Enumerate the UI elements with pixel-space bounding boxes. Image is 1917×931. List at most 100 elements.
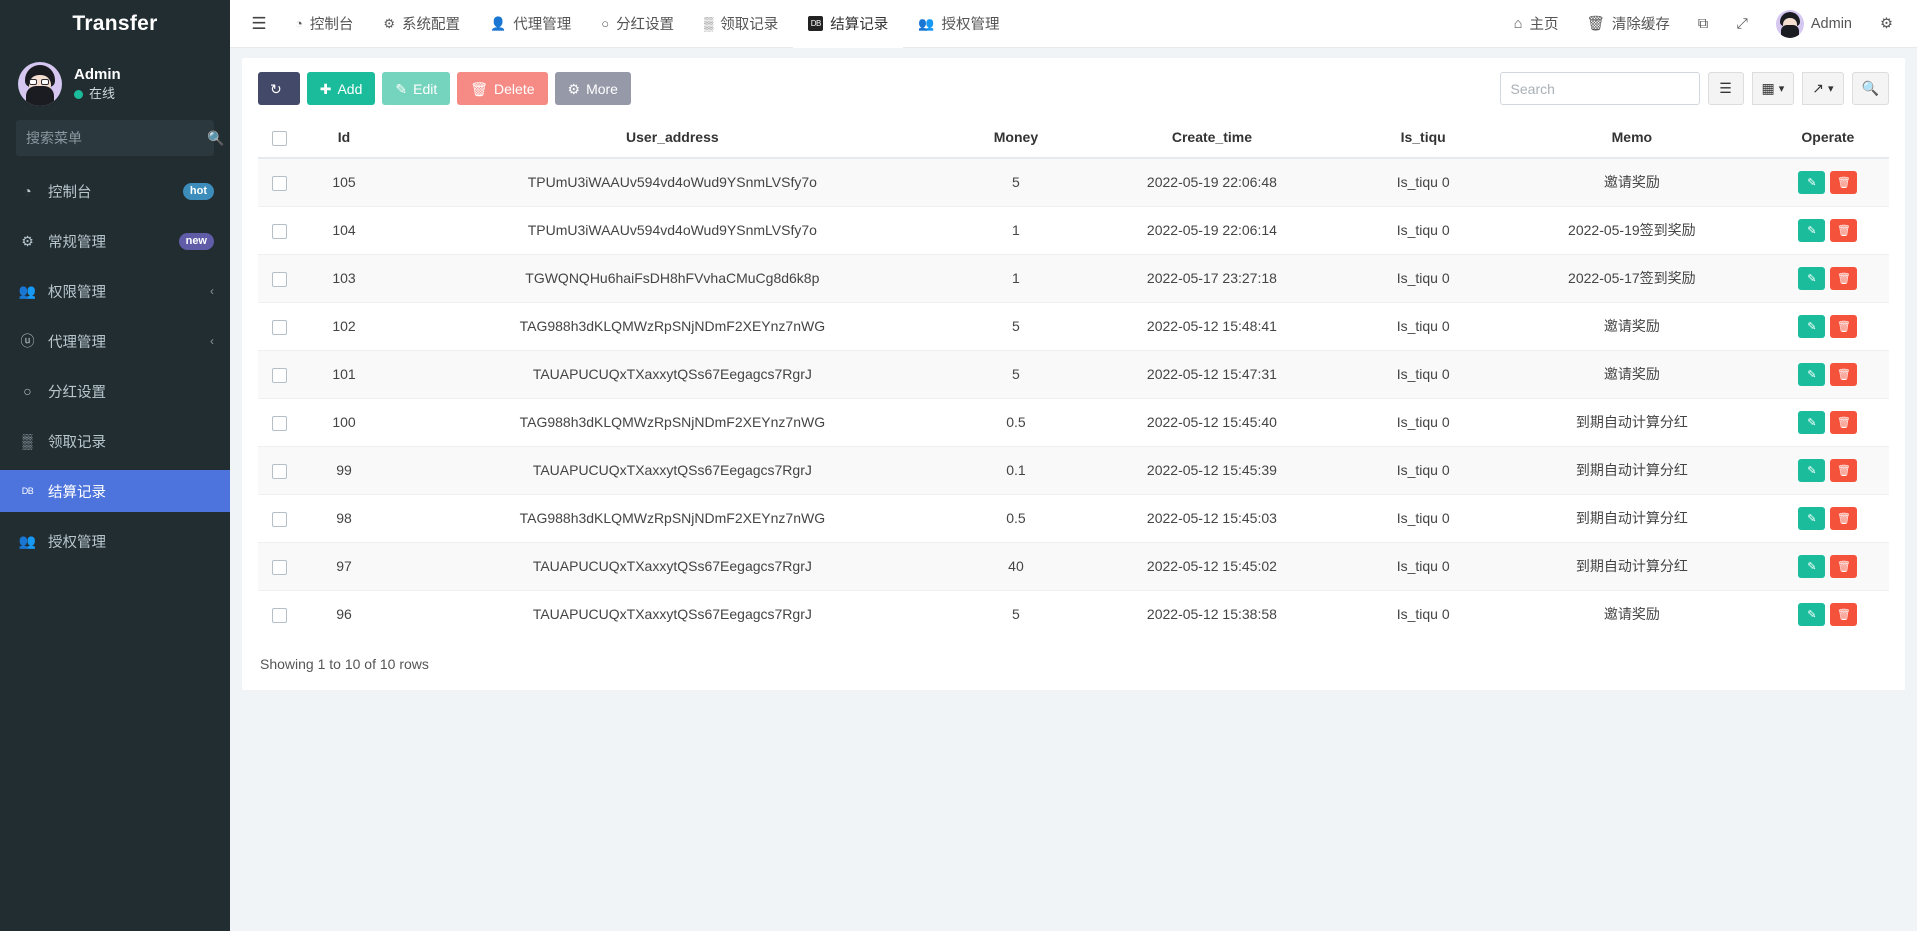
row-edit-button[interactable]: ✎ <box>1798 171 1825 194</box>
cell-operate: ✎🗑 <box>1767 350 1889 398</box>
col-money[interactable]: Money <box>957 118 1074 158</box>
refresh-button[interactable]: ↻ <box>258 72 300 105</box>
search-icon[interactable]: 🔍 <box>1852 72 1889 105</box>
table-row[interactable]: 104TPUmU3iWAAUv594vd4oWud9YSnmLVSfy7o120… <box>258 206 1889 254</box>
row-delete-button[interactable]: 🗑 <box>1830 507 1857 530</box>
tab-1[interactable]: ◔控制台 <box>280 0 368 48</box>
row-edit-button[interactable]: ✎ <box>1798 555 1825 578</box>
col-address[interactable]: User_address <box>387 118 957 158</box>
row-edit-button[interactable]: ✎ <box>1798 363 1825 386</box>
menu-search-input[interactable] <box>26 130 207 146</box>
sidebar-item-6[interactable]: ▒领取记录 <box>0 420 230 462</box>
topbar-action-1[interactable]: ⌂主页 <box>1500 0 1573 48</box>
content-area: ↻ ✚ Add ✎ Edit 🗑 Delete ⚙ More <box>230 48 1917 931</box>
sidebar-item-4[interactable]: ⓤ代理管理‹ <box>0 320 230 362</box>
row-delete-button[interactable]: 🗑 <box>1830 603 1857 626</box>
table-row[interactable]: 97TAUAPUCUQxTXaxxytQSs67Eegagcs7RgrJ4020… <box>258 542 1889 590</box>
row-delete-button[interactable]: 🗑 <box>1830 363 1857 386</box>
row-delete-button[interactable]: 🗑 <box>1830 171 1857 194</box>
row-checkbox[interactable] <box>272 224 287 239</box>
account-label: Admin <box>1811 16 1852 32</box>
search-icon[interactable]: 🔍 <box>207 130 224 147</box>
table-row[interactable]: 103TGWQNQHu6haiFsDH8hFVvhaCMuCg8d6k8p120… <box>258 254 1889 302</box>
row-edit-button[interactable]: ✎ <box>1798 315 1825 338</box>
home-icon: ⌂ <box>1514 16 1523 32</box>
row-delete-button[interactable]: 🗑 <box>1830 555 1857 578</box>
tab-6[interactable]: DB结算记录 <box>793 0 903 48</box>
row-checkbox[interactable] <box>272 176 287 191</box>
row-edit-button[interactable]: ✎ <box>1798 459 1825 482</box>
row-edit-button[interactable]: ✎ <box>1798 507 1825 530</box>
table-row[interactable]: 105TPUmU3iWAAUv594vd4oWud9YSnmLVSfy7o520… <box>258 158 1889 207</box>
sidebar-item-3[interactable]: 👥权限管理‹ <box>0 270 230 312</box>
table-row[interactable]: 99TAUAPUCUQxTXaxxytQSs67Eegagcs7RgrJ0.12… <box>258 446 1889 494</box>
showing-rows-label: Showing 1 to 10 of 10 rows <box>258 638 1889 672</box>
row-delete-button[interactable]: 🗑 <box>1830 459 1857 482</box>
tab-3[interactable]: 👤代理管理 <box>475 0 586 48</box>
row-checkbox[interactable] <box>272 560 287 575</box>
select-all-checkbox[interactable] <box>272 131 287 146</box>
sidebar-item-7[interactable]: DB结算记录 <box>0 470 230 512</box>
tab-5[interactable]: ▒领取记录 <box>689 0 793 48</box>
sidebar-item-5[interactable]: ○分红设置 <box>0 370 230 412</box>
row-checkbox[interactable] <box>272 320 287 335</box>
col-is-tiqu[interactable]: Is_tiqu <box>1349 118 1497 158</box>
col-memo[interactable]: Memo <box>1497 118 1767 158</box>
tab-4[interactable]: ○分红设置 <box>586 0 689 48</box>
topbar-action-3[interactable]: ⧉ <box>1684 0 1722 48</box>
online-dot-icon <box>74 90 83 99</box>
row-edit-button[interactable]: ✎ <box>1798 603 1825 626</box>
brand-title: Transfer <box>0 0 230 48</box>
col-id[interactable]: Id <box>301 118 388 158</box>
hamburger-icon[interactable]: ☰ <box>238 0 280 48</box>
table-header-row: Id User_address Money Create_time Is_tiq… <box>258 118 1889 158</box>
cell-address: TGWQNQHu6haiFsDH8hFVvhaCMuCg8d6k8p <box>387 254 957 302</box>
more-button[interactable]: ⚙ More <box>555 72 631 105</box>
cell-money: 5 <box>957 350 1074 398</box>
row-delete-button[interactable]: 🗑 <box>1830 219 1857 242</box>
sidebar-item-2[interactable]: ⚙常规管理new <box>0 220 230 262</box>
table-row[interactable]: 100TAG988h3dKLQMWzRpSNjNDmF2XEYnz7nWG0.5… <box>258 398 1889 446</box>
grid-icon[interactable]: ▦▾ <box>1752 72 1795 105</box>
topbar-right: ⌂主页🗑清除缓存⧉⤢ Admin ⚙ <box>1500 0 1917 48</box>
row-select-cell <box>258 254 301 302</box>
row-checkbox[interactable] <box>272 416 287 431</box>
cell-is-tiqu: Is_tiqu 0 <box>1349 350 1497 398</box>
account-menu[interactable]: Admin <box>1762 0 1866 48</box>
sidebar-badge-hot: hot <box>183 183 214 200</box>
tab-7[interactable]: 👥授权管理 <box>903 0 1014 48</box>
trash-icon: 🗑 <box>1587 15 1605 32</box>
row-delete-button[interactable]: 🗑 <box>1830 267 1857 290</box>
sidebar-item-label: 领取记录 <box>48 431 214 452</box>
export-icon[interactable]: ↗▾ <box>1802 72 1843 105</box>
sidebar-item-8[interactable]: 👥授权管理 <box>0 520 230 562</box>
row-checkbox[interactable] <box>272 368 287 383</box>
table-row[interactable]: 102TAG988h3dKLQMWzRpSNjNDmF2XEYnz7nWG520… <box>258 302 1889 350</box>
delete-button[interactable]: 🗑 Delete <box>457 72 547 105</box>
row-delete-button[interactable]: 🗑 <box>1830 411 1857 434</box>
row-edit-button[interactable]: ✎ <box>1798 219 1825 242</box>
sidebar-item-1[interactable]: ◔控制台hot <box>0 170 230 212</box>
user-circle-icon: ⓤ <box>18 331 37 351</box>
row-edit-button[interactable]: ✎ <box>1798 267 1825 290</box>
table-row[interactable]: 98TAG988h3dKLQMWzRpSNjNDmF2XEYnz7nWG0.52… <box>258 494 1889 542</box>
topbar-action-2[interactable]: 🗑清除缓存 <box>1573 0 1684 48</box>
edit-button[interactable]: ✎ Edit <box>382 72 450 105</box>
row-edit-button[interactable]: ✎ <box>1798 411 1825 434</box>
row-checkbox[interactable] <box>272 272 287 287</box>
add-button[interactable]: ✚ Add <box>307 72 376 105</box>
col-create-time[interactable]: Create_time <box>1074 118 1349 158</box>
table-toolbar: ↻ ✚ Add ✎ Edit 🗑 Delete ⚙ More <box>258 72 1889 105</box>
search-input[interactable] <box>1500 72 1700 105</box>
topbar-action-4[interactable]: ⤢ <box>1722 0 1762 48</box>
settings-button[interactable]: ⚙ <box>1866 0 1907 48</box>
row-checkbox[interactable] <box>272 608 287 623</box>
table-row[interactable]: 101TAUAPUCUQxTXaxxytQSs67Eegagcs7RgrJ520… <box>258 350 1889 398</box>
row-delete-button[interactable]: 🗑 <box>1830 315 1857 338</box>
trash-icon: 🗑 <box>470 82 488 96</box>
row-checkbox[interactable] <box>272 464 287 479</box>
row-checkbox[interactable] <box>272 512 287 527</box>
table-row[interactable]: 96TAUAPUCUQxTXaxxytQSs67Eegagcs7RgrJ5202… <box>258 590 1889 638</box>
tab-2[interactable]: ⚙系统配置 <box>368 0 475 48</box>
list-icon[interactable]: ☰ <box>1708 72 1744 105</box>
